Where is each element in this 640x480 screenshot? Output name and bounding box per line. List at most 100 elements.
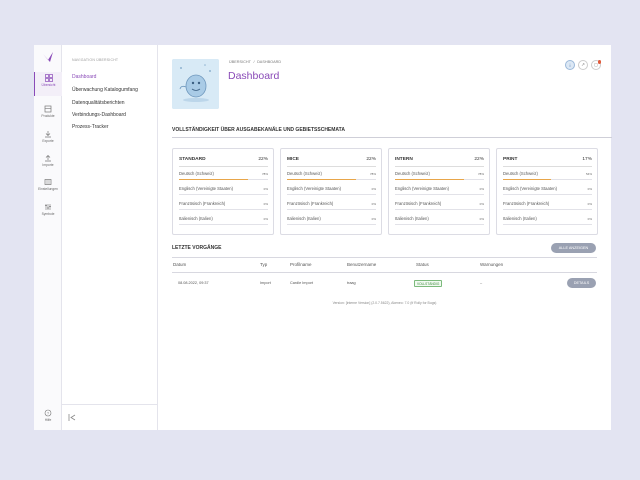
nav-item-catalog[interactable]: Überwachung Katalogumfang: [72, 87, 138, 93]
locale-name: Deutsch (Schweiz): [395, 171, 430, 176]
rail-item-products[interactable]: Produkte: [34, 103, 62, 127]
progress-fill: [287, 179, 357, 180]
link-icon[interactable]: ↗: [578, 60, 588, 70]
progress-track: [287, 179, 376, 180]
nav-item-data-quality[interactable]: Datenqualitätsberichten: [72, 100, 125, 106]
locale-row[interactable]: Englisch (Vereinigte Staaten) 0%: [503, 184, 592, 198]
download-icon: [45, 131, 51, 138]
locale-name: Italienisch (Italien): [503, 216, 537, 221]
progress-fill: [503, 179, 552, 180]
locale-name: Französisch (Frankreich): [395, 201, 442, 206]
rail-item-overview[interactable]: Übersicht: [34, 72, 62, 96]
locale-percentage: 0%: [479, 202, 484, 206]
locale-name: Deutsch (Schweiz): [503, 171, 538, 176]
column-header-status[interactable]: Status: [416, 262, 429, 267]
column-header-date[interactable]: Datum: [173, 262, 186, 267]
cell-warnings: –: [480, 281, 483, 285]
locale-row[interactable]: Deutsch (Schweiz) 78%: [179, 169, 268, 183]
locale-name: Italienisch (Italien): [287, 216, 321, 221]
column-header-warnings[interactable]: Warnungen: [480, 262, 503, 267]
progress-track: [503, 224, 592, 225]
locale-row[interactable]: Italienisch (Italien) 0%: [287, 214, 376, 228]
info-icon[interactable]: i: [565, 60, 575, 70]
rail-label: Hilfe: [44, 418, 52, 422]
breadcrumb-root[interactable]: ÜBERSICHT: [229, 60, 251, 64]
locale-row[interactable]: Französisch (Frankreich) 0%: [503, 199, 592, 213]
locale-name: Englisch (Vereinigte Staaten): [395, 186, 450, 191]
locale-row[interactable]: Italienisch (Italien) 0%: [179, 214, 268, 228]
cell-profile: Cardle Import: [290, 281, 314, 285]
nav-item-process-tracker[interactable]: Prozess-Tracker: [72, 124, 109, 130]
channel-card-mice[interactable]: MICE 22% Deutsch (Schweiz) 78% Englisch (Ver…: [280, 148, 382, 235]
sliders-icon: [45, 204, 51, 210]
locale-percentage: 0%: [587, 202, 592, 206]
header-actions: i ↗ ◻: [565, 60, 601, 70]
locale-percentage: 0%: [263, 202, 268, 206]
rail-item-help[interactable]: ? Hilfe: [34, 407, 62, 431]
channel-percentage: 22%: [258, 157, 268, 162]
locale-percentage: 0%: [587, 187, 592, 191]
breadcrumb: ÜBERSICHT / DASHBOARD: [229, 60, 281, 64]
channel-name: MICE: [287, 157, 299, 162]
locale-name: Deutsch (Schweiz): [179, 171, 214, 176]
progress-track: [179, 209, 268, 210]
channel-card-print[interactable]: PRINT 17% Deutsch (Schweiz) 54% Englisch (Ve…: [496, 148, 598, 235]
card-divider: [503, 166, 592, 167]
show-all-button[interactable]: ALLE ANZEIGEN: [551, 243, 596, 253]
locale-row[interactable]: Deutsch (Schweiz) 78%: [395, 169, 484, 183]
locale-name: Englisch (Vereinigte Staaten): [503, 186, 558, 191]
progress-track: [287, 209, 376, 210]
rail-item-imports[interactable]: Importe: [34, 152, 62, 176]
locale-row[interactable]: Deutsch (Schweiz) 78%: [287, 169, 376, 183]
main-content: ÜBERSICHT / DASHBOARD Dashboard i ↗ ◻ VO…: [158, 45, 612, 430]
breadcrumb-current: DASHBOARD: [257, 60, 282, 64]
logo-icon: [43, 52, 53, 62]
card-divider: [395, 166, 484, 167]
version-footer: Version: [interne Version] (2.0.7.5622),…: [332, 301, 437, 305]
locale-row[interactable]: Englisch (Vereinigte Staaten) 0%: [395, 184, 484, 198]
column-header-profile[interactable]: Profilname: [290, 262, 312, 267]
locale-name: Französisch (Frankreich): [287, 201, 334, 206]
notification-icon[interactable]: ◻: [591, 60, 601, 70]
nav-footer: [62, 404, 158, 430]
progress-track: [395, 209, 484, 210]
nav-item-connections[interactable]: Verbindungs-Dashboard: [72, 112, 126, 118]
column-header-user[interactable]: Benutzername: [347, 262, 376, 267]
locale-row[interactable]: Französisch (Frankreich) 0%: [395, 199, 484, 213]
progress-track: [503, 194, 592, 195]
locale-percentage: 0%: [479, 187, 484, 191]
collapse-icon[interactable]: [68, 413, 77, 422]
locale-row[interactable]: Italienisch (Italien) 0%: [503, 214, 592, 228]
locale-row[interactable]: Französisch (Frankreich) 0%: [287, 199, 376, 213]
column-header-type[interactable]: Typ: [260, 262, 267, 267]
locale-percentage: 0%: [479, 217, 484, 221]
svg-text:?: ?: [47, 410, 50, 415]
locale-percentage: 0%: [263, 187, 268, 191]
progress-track: [395, 224, 484, 225]
locale-name: Italienisch (Italien): [395, 216, 429, 221]
app-window: Übersicht Produkte Exporte Importe Einst…: [34, 45, 612, 431]
completeness-title: VOLLSTÄNDIGKEIT ÜBER AUSGABEKANÄLE UND G…: [172, 127, 345, 133]
progress-track: [287, 194, 376, 195]
rail-item-exports[interactable]: Exporte: [34, 128, 62, 152]
rail-item-symbols[interactable]: Symbole: [34, 201, 62, 225]
progress-track: [395, 179, 484, 180]
locale-row[interactable]: Französisch (Frankreich) 0%: [179, 199, 268, 213]
details-button[interactable]: DETAILS: [567, 278, 596, 288]
locale-row[interactable]: Italienisch (Italien) 0%: [395, 214, 484, 228]
locale-percentage: 0%: [263, 217, 268, 221]
channel-card-standard[interactable]: STANDARD 22% Deutsch (Schweiz) 78% Englisch …: [172, 148, 274, 235]
mascot-illustration: [172, 59, 219, 109]
locale-row[interactable]: Englisch (Vereinigte Staaten) 0%: [287, 184, 376, 198]
locale-row[interactable]: Englisch (Vereinigte Staaten) 0%: [179, 184, 268, 198]
status-badge: VOLLSTÄNDIG: [414, 280, 443, 287]
rail-item-settings[interactable]: Einstellungen: [34, 176, 62, 200]
box-icon: [44, 105, 52, 113]
recent-title: LETZTE VORGÄNGE: [172, 245, 222, 251]
table-top-line: [172, 257, 597, 258]
channel-card-intern[interactable]: INTERN 22% Deutsch (Schweiz) 78% Englisch (V…: [388, 148, 490, 235]
locale-name: Deutsch (Schweiz): [287, 171, 322, 176]
locale-row[interactable]: Deutsch (Schweiz) 54%: [503, 169, 592, 183]
locale-percentage: 78%: [369, 172, 376, 176]
nav-item-dashboard[interactable]: Dashboard: [72, 74, 96, 80]
